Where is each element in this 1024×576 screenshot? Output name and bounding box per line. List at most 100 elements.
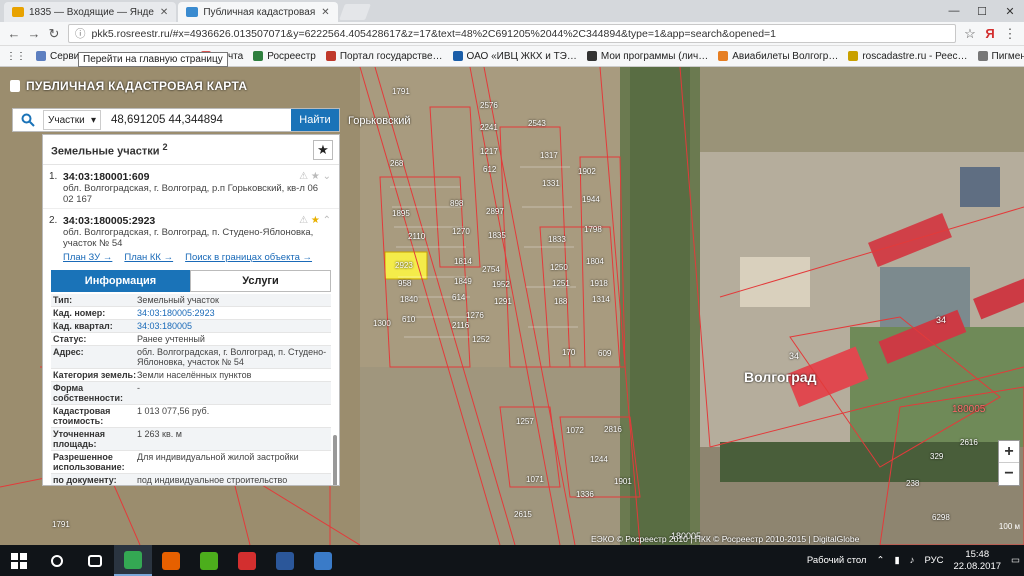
chevron-up-icon[interactable]: ⌃ [323,215,331,226]
plot-number[interactable]: 614 [452,293,465,302]
plot-number[interactable]: 2816 [604,425,622,434]
plot-number[interactable]: 1902 [578,167,596,176]
result-cadastral-id[interactable]: 34:03:180005:2923 [59,215,331,227]
plot-number[interactable]: 1798 [584,225,602,234]
tray-chevron-icon[interactable]: ⌃ [876,555,884,566]
notifications-icon[interactable]: ▭ [1011,555,1020,566]
tab-information[interactable]: Информация [51,270,190,292]
tab-services[interactable]: Услуги [190,270,331,292]
plot-number[interactable]: 1071 [526,475,544,484]
plot-number[interactable]: 2615 [514,510,532,519]
chrome-taskbar-button[interactable] [114,545,152,576]
plot-number[interactable]: 1291 [494,297,512,306]
result-item-selected[interactable]: 2. 34:03:180005:2923 обл. Волгоградская,… [43,209,339,266]
plot-number[interactable]: 1952 [492,280,510,289]
back-arrow-icon[interactable]: ← [4,26,24,41]
plot-number[interactable]: 6298 [932,513,950,522]
search-icon[interactable] [13,109,43,131]
bookmark-item[interactable]: Росреестр [253,51,316,62]
property-value[interactable]: 34:03:180005:2923 [137,308,331,318]
bookmark-item[interactable]: Пигмент прямого де… [977,51,1024,62]
clock[interactable]: 15:48 22.08.2017 [953,549,1001,573]
plot-number[interactable]: 2923 [395,261,413,270]
close-window-button[interactable]: ✕ [996,0,1024,22]
plot-number[interactable]: 1251 [552,279,570,288]
plot-number[interactable]: 1217 [480,147,498,156]
plot-number[interactable]: 1270 [452,227,470,236]
yandex-icon[interactable]: Я [980,26,1000,41]
apps-icon[interactable]: ⋮⋮ [6,51,26,62]
favorites-star-icon[interactable]: ★ [313,139,333,160]
plot-number[interactable]: 1804 [586,257,604,266]
maximize-button[interactable]: ☐ [968,0,996,22]
plot-number[interactable]: 612 [483,165,496,174]
language-indicator[interactable]: РУС [924,555,943,566]
bookmark-star-icon[interactable]: ☆ [960,26,980,42]
plot-number[interactable]: 1276 [466,311,484,320]
plot-number[interactable]: 2241 [480,123,498,132]
plot-number[interactable]: 1331 [542,179,560,188]
result-item[interactable]: 1. 34:03:180001:609 обл. Волгоградская, … [43,165,339,209]
network-icon[interactable]: ▮ [894,555,899,566]
plot-number[interactable]: 1814 [454,257,472,266]
plot-number[interactable]: 1791 [52,520,70,529]
plot-number[interactable]: 609 [598,349,611,358]
task-view-taskbar-button[interactable] [76,545,114,576]
firefox-taskbar-button[interactable] [152,545,190,576]
desktop-toolbar[interactable]: Рабочий стол [807,555,867,566]
plot-number[interactable]: 2576 [480,101,498,110]
plot-number[interactable]: 170 [562,348,575,357]
property-value[interactable]: 34:03:180005 [137,321,331,331]
bookmark-item[interactable]: ОАО «ИВЦ ЖКХ и ТЭ… [452,51,577,62]
start-button[interactable] [0,545,38,576]
plot-number[interactable]: 1901 [614,477,632,486]
plot-number[interactable]: 2897 [486,207,504,216]
chevron-down-icon[interactable]: ⌄ [323,171,331,182]
plot-number[interactable]: 1944 [582,195,600,204]
plot-number[interactable]: 1849 [454,277,472,286]
search-type-select[interactable]: Участки ▾ [43,110,101,130]
star-icon[interactable]: ★ [311,215,320,226]
warning-icon[interactable]: ⚠ [299,171,308,182]
plot-number[interactable]: 1791 [392,87,410,96]
plot-number[interactable]: 2754 [482,265,500,274]
result-cadastral-id[interactable]: 34:03:180001:609 [59,171,331,183]
plot-number[interactable]: 1257 [516,417,534,426]
plot-number[interactable]: 329 [930,452,943,461]
close-icon[interactable]: ✕ [321,7,329,18]
plot-number[interactable]: 2543 [528,119,546,128]
plot-number[interactable]: 1244 [590,455,608,464]
plan-kk-link[interactable]: План КК → [124,252,173,263]
plot-number[interactable]: 1835 [488,231,506,240]
plot-number[interactable]: 1314 [592,295,610,304]
zoom-in-button[interactable]: + [999,441,1019,463]
bookmark-item[interactable]: roscadastre.ru - Реес… [848,51,968,62]
reload-icon[interactable]: ↻ [44,26,64,42]
plot-number[interactable]: 958 [398,279,411,288]
search-in-bounds-link[interactable]: Поиск в границах объекта → [185,252,312,263]
plot-number[interactable]: 188 [554,297,567,306]
tab-cadastral-map[interactable]: Публичная кадастровая ✕ [178,2,338,22]
plan-zu-link[interactable]: План ЗУ → [63,252,112,263]
menu-icon[interactable]: ⋮ [1000,26,1020,42]
panel-scrollbar[interactable] [333,435,337,485]
plot-number[interactable]: 2616 [960,438,978,447]
utorrent-taskbar-button[interactable] [190,545,228,576]
plot-number[interactable]: 1895 [392,209,410,218]
zoom-out-button[interactable]: − [999,463,1019,485]
word-taskbar-button[interactable] [266,545,304,576]
plot-number[interactable]: 1840 [400,295,418,304]
plot-number[interactable]: 1918 [590,279,608,288]
find-button[interactable]: Найти [291,109,339,131]
plot-number[interactable]: 1336 [576,490,594,499]
brand-logo[interactable]: ПУБЛИЧНАЯ КАДАСТРОВАЯ КАРТА [10,79,247,93]
plot-number[interactable]: 898 [450,199,463,208]
bookmark-item[interactable]: Мои программы (лич… [586,51,708,62]
forward-arrow-icon[interactable]: → [24,26,44,41]
volume-icon[interactable]: ♪ [910,555,915,566]
acrobat-taskbar-button[interactable] [228,545,266,576]
plot-number[interactable]: 1252 [472,335,490,344]
minimize-button[interactable]: — [940,0,968,22]
tab-mail[interactable]: 1835 — Входящие — Янде ✕ [4,2,177,22]
url-field[interactable]: ⓘ pkk5.rosreestr.ru/#x=4936626.013507071… [68,24,956,43]
